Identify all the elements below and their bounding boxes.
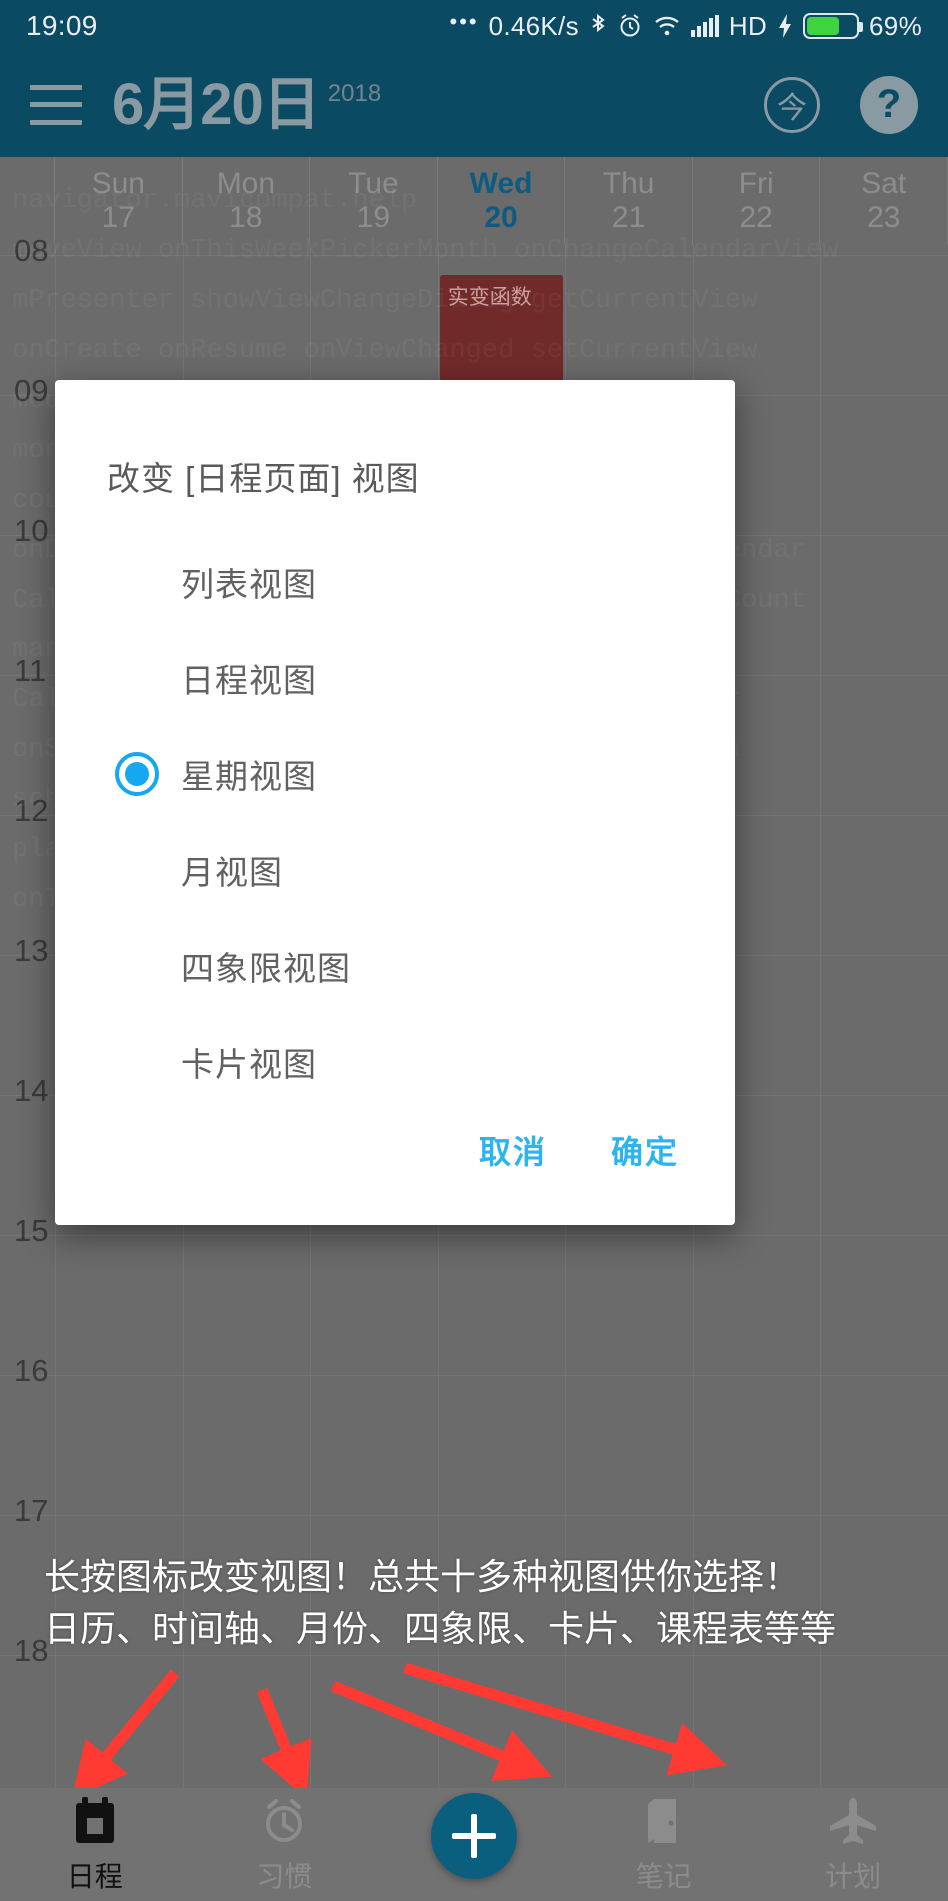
view-option-1[interactable]: 列表视图 <box>55 534 735 630</box>
nav-label-schedule: 日程 <box>66 1860 123 1892</box>
airplane-icon <box>827 1795 879 1847</box>
radio-button-icon[interactable] <box>115 848 159 892</box>
dialog-actions: 取消 确定 <box>55 1127 735 1225</box>
view-option-label: 星期视图 <box>181 758 317 795</box>
nav-item-note[interactable]: 笔记 <box>569 1788 759 1901</box>
bottom-navigation: 日程 习惯 笔记 计划 <box>0 1788 948 1901</box>
confirm-button[interactable]: 确定 <box>611 1127 679 1173</box>
view-option-5[interactable]: 四象限视图 <box>55 918 735 1014</box>
notebook-icon <box>642 1795 686 1847</box>
view-option-3[interactable]: 星期视图 <box>55 726 735 822</box>
radio-button-icon[interactable] <box>115 944 159 988</box>
radio-button-icon[interactable] <box>115 1040 159 1084</box>
change-view-dialog: 改变 [日程页面] 视图 列表视图日程视图星期视图月视图四象限视图卡片视图 取消… <box>55 380 735 1225</box>
nav-label-habit: 习惯 <box>256 1860 313 1892</box>
nav-label-plan: 计划 <box>825 1860 882 1892</box>
view-option-6[interactable]: 卡片视图 <box>55 1014 735 1110</box>
view-option-label: 卡片视图 <box>181 1046 317 1083</box>
annotation-text: 长按图标改变视图！总共十多种视图供你选择！ 日历、时间轴、月份、四象限、卡片、课… <box>44 1557 837 1650</box>
radio-button-icon[interactable] <box>115 752 159 796</box>
view-option-label: 月视图 <box>181 854 283 891</box>
calendar-icon <box>72 1795 118 1847</box>
radio-button-icon[interactable] <box>115 560 159 604</box>
alarm-clock-icon <box>260 1795 308 1847</box>
nav-label-note: 笔记 <box>635 1860 692 1892</box>
nav-item-schedule[interactable]: 日程 <box>0 1788 190 1901</box>
view-option-label: 四象限视图 <box>181 950 351 987</box>
add-button[interactable] <box>431 1793 517 1879</box>
view-option-label: 日程视图 <box>181 662 317 699</box>
view-option-2[interactable]: 日程视图 <box>55 630 735 726</box>
view-option-label: 列表视图 <box>181 566 317 603</box>
radio-button-icon[interactable] <box>115 656 159 700</box>
nav-item-plan[interactable]: 计划 <box>758 1788 948 1901</box>
dialog-title: 改变 [日程页面] 视图 <box>107 460 420 497</box>
cancel-button[interactable]: 取消 <box>479 1127 547 1173</box>
view-option-list: 列表视图日程视图星期视图月视图四象限视图卡片视图 <box>55 534 735 1127</box>
nav-item-habit[interactable]: 习惯 <box>190 1788 380 1901</box>
view-option-4[interactable]: 月视图 <box>55 822 735 918</box>
